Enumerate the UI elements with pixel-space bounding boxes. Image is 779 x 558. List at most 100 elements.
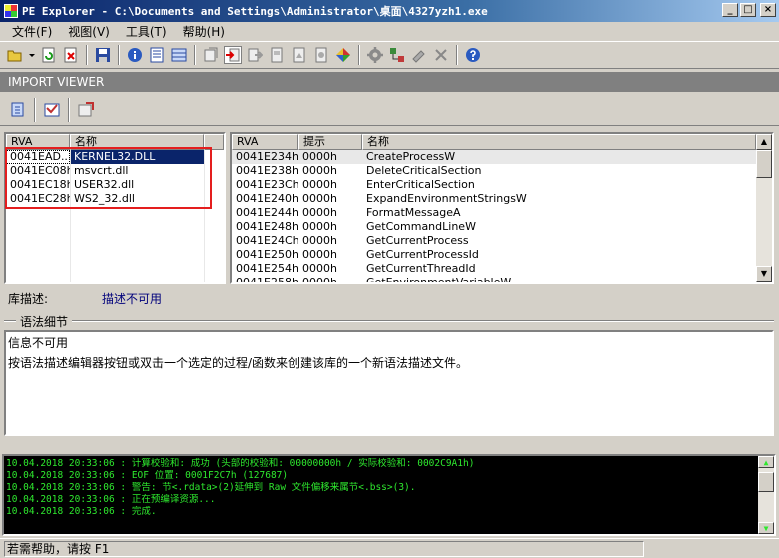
function-name: GetEnvironmentVariableW [366,276,512,284]
function-row[interactable]: 0041E238h 0000h DeleteCriticalSection [232,164,772,178]
dll-name: msvcrt.dll [74,164,129,177]
open-icon[interactable] [6,46,24,64]
scroll-up-icon[interactable]: ▲ [758,456,774,468]
function-rva: 0041E238h [236,164,298,177]
function-hint: 0000h [302,276,337,284]
syntax-hint-text: 按语法描述编辑器按钮或双击一个选定的过程/函数来创建该库的一个新语法描述文件。 [8,356,469,370]
exports-icon[interactable] [246,46,264,64]
menu-tools[interactable]: 工具(T) [118,23,175,40]
window-title: PE Explorer - C:\Documents and Settings\… [22,5,488,18]
plugins-icon[interactable] [410,46,428,64]
dll-row[interactable]: 0041EC08h msvcrt.dll [6,164,224,178]
pe-tools-icon[interactable] [432,46,450,64]
function-name: GetCurrentProcessId [366,248,479,261]
sections-icon[interactable] [170,46,188,64]
dll-list[interactable]: RVA 名称 0041EAD... KERNEL32.DLL 0041EC08h… [4,132,226,284]
tools-icon[interactable] [388,46,406,64]
log-scrollbar[interactable]: ▲ ▼ [758,456,774,534]
function-row[interactable]: 0041E240h 0000h ExpandEnvironmentStrings… [232,192,772,206]
title-bar[interactable]: PE Explorer - C:\Documents and Settings\… [0,0,779,22]
maximize-button[interactable]: □ [740,3,756,17]
menu-file[interactable]: 文件(F) [4,23,60,40]
column-divider [70,150,71,282]
dll-rva: 0041EC18h [10,178,70,191]
function-rva: 0041E234h [236,150,298,163]
function-row[interactable]: 0041E248h 0000h GetCommandLineW [232,220,772,234]
function-hint: 0000h [302,206,337,219]
log-line: 10.04.2018 20:33:06 : 计算校验和: 成功 (头部的校验和:… [6,458,475,469]
settings-icon[interactable] [366,46,384,64]
dll-row[interactable]: 0041EAD... KERNEL32.DLL [6,150,224,164]
function-name: GetCommandLineW [366,220,476,233]
function-name: FormatMessageA [366,206,461,219]
column-hint[interactable]: 提示 [298,134,362,150]
resources-icon[interactable] [268,46,286,64]
directory-icon[interactable] [202,46,220,64]
scroll-down-icon[interactable]: ▼ [758,522,774,534]
scroll-up-icon[interactable]: ▲ [756,134,772,150]
close-button[interactable]: × [760,3,776,17]
headers-icon[interactable] [148,46,166,64]
scroll-thumb[interactable] [758,472,774,492]
column-empty[interactable] [204,134,224,150]
open-dropdown-icon[interactable] [28,46,36,64]
function-name: GetCurrentThreadId [366,262,476,275]
log-line: 10.04.2018 20:33:06 : 警告: 节<.rdata>(2)延伸… [6,482,416,493]
reload-icon[interactable] [40,46,58,64]
minimize-button[interactable]: _ [722,3,738,17]
properties-icon[interactable] [74,99,98,121]
syntax-editor-icon[interactable] [40,99,64,121]
log-line: 10.04.2018 20:33:06 : EOF 位置: 0001F2C7h … [6,470,289,481]
column-divider [204,150,205,282]
dll-row[interactable]: 0041EC28h WS2_32.dll [6,192,224,206]
disassembler-icon[interactable] [334,46,352,64]
menu-bar: 文件(F) 视图(V) 工具(T) 帮助(H) [0,22,779,40]
scroll-thumb[interactable] [756,150,772,178]
function-row[interactable]: 0041E254h 0000h GetCurrentThreadId [232,262,772,276]
function-row[interactable]: 0041E234h 0000h CreateProcessW [232,150,772,164]
function-hint: 0000h [302,220,337,233]
function-rva: 0041E250h [236,248,298,261]
function-row[interactable]: 0041E24Ch 0000h GetCurrentProcess [232,234,772,248]
syntax-details-box[interactable]: 信息不可用 按语法描述编辑器按钮或双击一个选定的过程/函数来创建该库的一个新语法… [4,330,774,436]
function-hint: 0000h [302,150,337,163]
function-rva: 0041E258h [236,276,298,284]
close-file-icon[interactable] [62,46,80,64]
imports-icon[interactable] [224,46,242,64]
log-line: 10.04.2018 20:33:06 : 正在预编译资源... [6,494,216,505]
function-row[interactable]: 0041E23Ch 0000h EnterCriticalSection [232,178,772,192]
info-icon[interactable] [126,46,144,64]
column-rva[interactable]: RVA [6,134,70,150]
function-hint: 0000h [302,164,337,177]
function-list[interactable]: RVA 提示 名称 0041E234h 0000h CreateProcessW… [230,132,774,284]
debug-icon[interactable] [290,46,308,64]
function-hint: 0000h [302,262,337,275]
dll-row[interactable]: 0041EC18h USER32.dll [6,178,224,192]
function-rva: 0041E248h [236,220,298,233]
function-row[interactable]: 0041E250h 0000h GetCurrentProcessId [232,248,772,262]
function-row[interactable]: 0041E244h 0000h FormatMessageA [232,206,772,220]
function-name: CreateProcessW [366,150,456,163]
function-name: ExpandEnvironmentStringsW [366,192,527,205]
dll-rva: 0041EC08h [10,164,70,177]
log-panel[interactable]: 10.04.2018 20:33:06 : 计算校验和: 成功 (头部的校验和:… [2,454,776,536]
function-row[interactable]: 0041E258h 0000h GetEnvironmentVariableW [232,276,772,284]
status-text: 若需帮助，请按 F1 [4,541,644,557]
menu-view[interactable]: 视图(V) [60,23,118,40]
column-name[interactable]: 名称 [70,134,204,150]
dependency-icon[interactable] [312,46,330,64]
column-rva[interactable]: RVA [232,134,298,150]
column-name[interactable]: 名称 [362,134,756,150]
scroll-down-icon[interactable]: ▼ [756,266,772,282]
function-hint: 0000h [302,248,337,261]
menu-help[interactable]: 帮助(H) [175,23,233,40]
function-rva: 0041E254h [236,262,298,275]
function-rva: 0041E24Ch [236,234,298,247]
function-list-scrollbar[interactable]: ▲ ▼ [756,134,772,282]
export-list-icon[interactable] [6,99,30,121]
function-hint: 0000h [302,192,337,205]
save-icon[interactable] [94,46,112,64]
dll-name: WS2_32.dll [74,192,135,205]
help-icon[interactable] [464,46,482,64]
toolbar-separator [194,45,196,65]
